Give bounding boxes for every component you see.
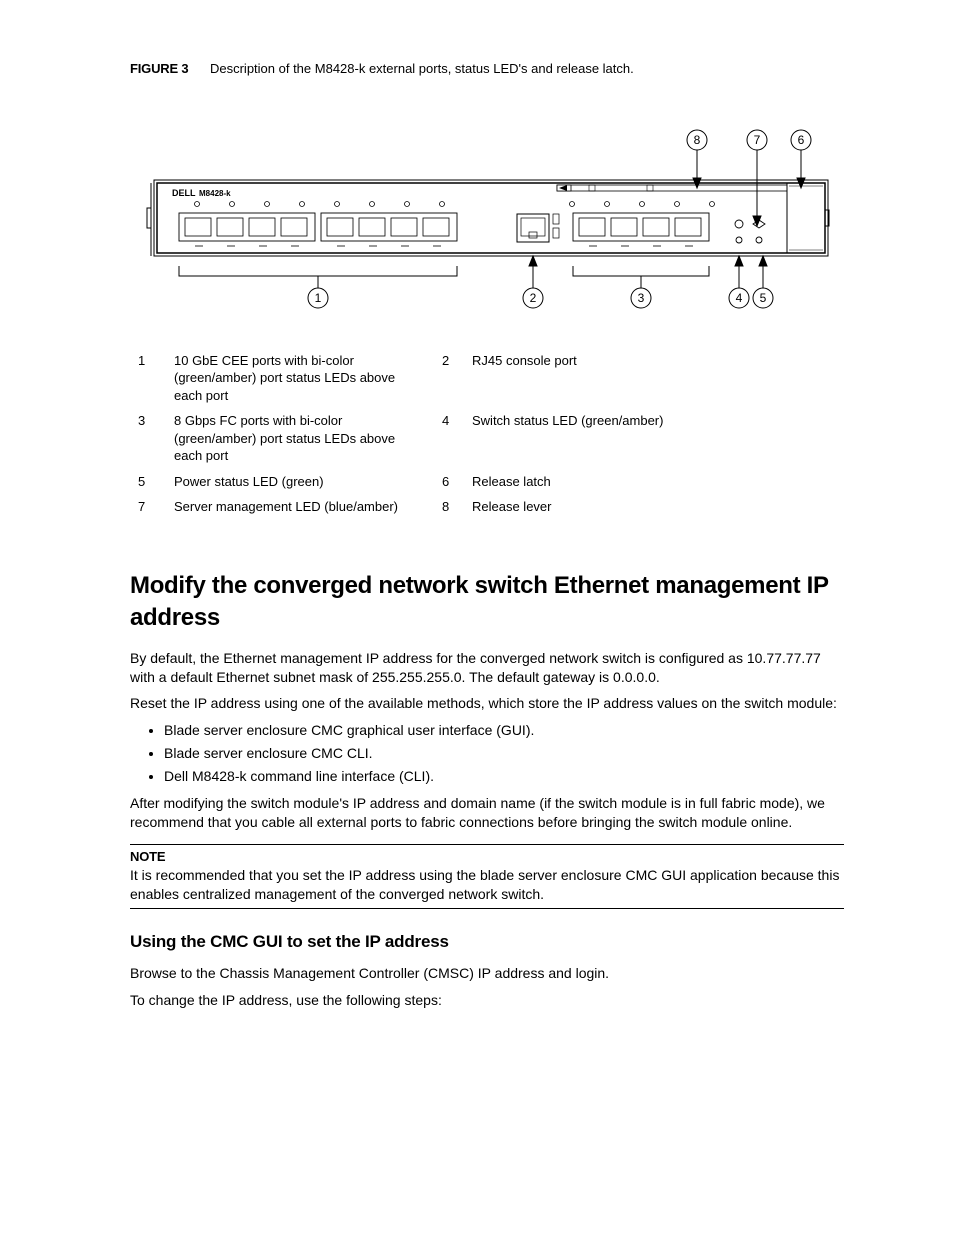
- legend-number: 5: [130, 473, 174, 491]
- svg-text:3: 3: [638, 291, 645, 305]
- legend-number: 3: [130, 412, 174, 465]
- list-item: Blade server enclosure CMC CLI.: [164, 744, 844, 763]
- divider: [130, 908, 844, 909]
- note-label: NOTE: [130, 848, 844, 866]
- svg-text:M8428-k: M8428-k: [199, 189, 231, 198]
- legend-text: 10 GbE CEE ports with bi-color (green/am…: [174, 352, 442, 405]
- svg-text:1: 1: [315, 291, 322, 305]
- list-item: Blade server enclosure CMC graphical use…: [164, 721, 844, 740]
- svg-text:DELL: DELL: [172, 188, 196, 198]
- legend-number: 7: [130, 498, 174, 516]
- legend-text: RJ45 console port: [472, 352, 844, 405]
- legend-row: 38 Gbps FC ports with bi-color (green/am…: [130, 408, 844, 469]
- svg-text:7: 7: [754, 133, 761, 147]
- svg-text:8: 8: [694, 133, 701, 147]
- legend-text: 8 Gbps FC ports with bi-color (green/amb…: [174, 412, 442, 465]
- legend-text: Server management LED (blue/amber): [174, 498, 442, 516]
- body-paragraph: Browse to the Chassis Management Control…: [130, 964, 844, 983]
- note-text: It is recommended that you set the IP ad…: [130, 866, 844, 904]
- figure-caption-text: Description of the M8428-k external port…: [210, 61, 634, 76]
- divider: [130, 844, 844, 845]
- legend-row: 5Power status LED (green)6Release latch: [130, 469, 844, 495]
- body-paragraph: Reset the IP address using one of the av…: [130, 694, 844, 713]
- svg-text:5: 5: [760, 291, 767, 305]
- legend-number: 8: [442, 498, 472, 516]
- svg-text:6: 6: [798, 133, 805, 147]
- legend-text: Switch status LED (green/amber): [472, 412, 844, 465]
- svg-text:4: 4: [736, 291, 743, 305]
- legend-number: 6: [442, 473, 472, 491]
- body-paragraph: To change the IP address, use the follow…: [130, 991, 844, 1010]
- legend-number: 1: [130, 352, 174, 405]
- legend-number: 2: [442, 352, 472, 405]
- legend-text: Release lever: [472, 498, 844, 516]
- figure-legend: 110 GbE CEE ports with bi-color (green/a…: [130, 348, 844, 520]
- note-block: NOTE It is recommended that you set the …: [130, 844, 844, 909]
- legend-row: 7Server management LED (blue/amber)8Rele…: [130, 494, 844, 520]
- body-paragraph: After modifying the switch module's IP a…: [130, 794, 844, 832]
- legend-row: 110 GbE CEE ports with bi-color (green/a…: [130, 348, 844, 409]
- bullet-list: Blade server enclosure CMC graphical use…: [130, 721, 844, 786]
- body-paragraph: By default, the Ethernet management IP a…: [130, 649, 844, 687]
- subsection-heading: Using the CMC GUI to set the IP address: [130, 931, 844, 954]
- figure-label: FIGURE 3: [130, 61, 188, 76]
- legend-number: 4: [442, 412, 472, 465]
- legend-text: Power status LED (green): [174, 473, 442, 491]
- figure-caption: FIGURE 3 Description of the M8428-k exte…: [130, 60, 844, 78]
- hardware-diagram: 8 7 6 DELL M8428-k: [137, 128, 837, 328]
- list-item: Dell M8428-k command line interface (CLI…: [164, 767, 844, 786]
- legend-text: Release latch: [472, 473, 844, 491]
- svg-text:2: 2: [530, 291, 537, 305]
- section-heading: Modify the converged network switch Ethe…: [130, 570, 844, 635]
